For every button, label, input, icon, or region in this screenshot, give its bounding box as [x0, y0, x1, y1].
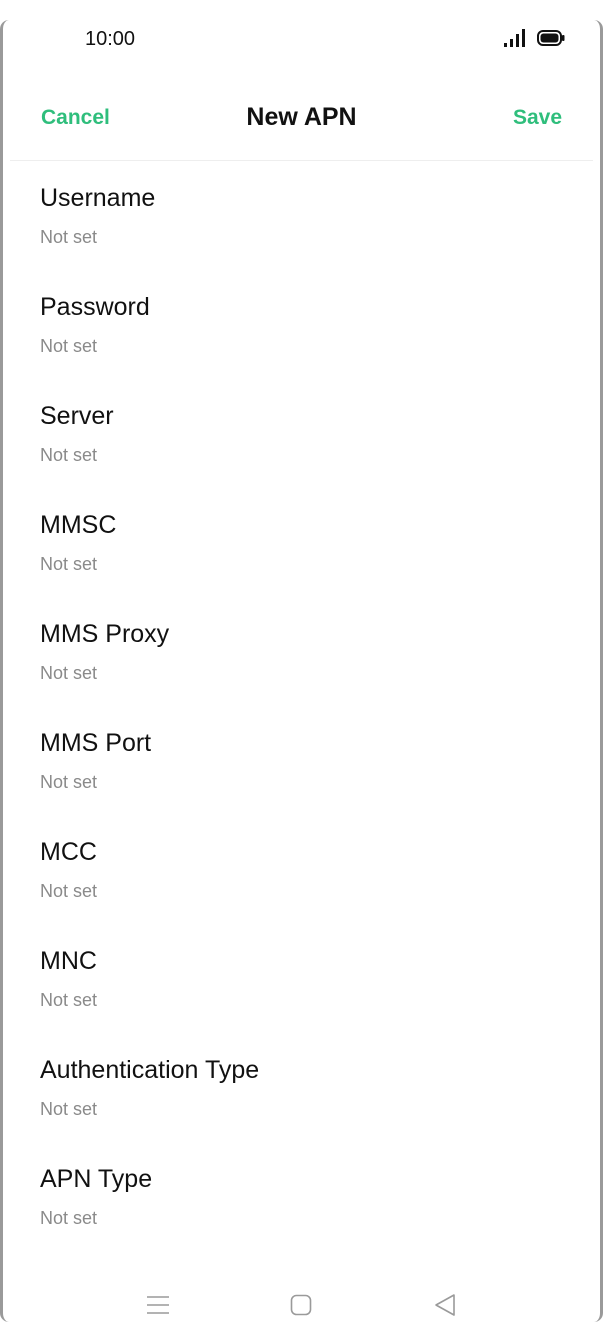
setting-label: Authentication Type [40, 1056, 260, 1084]
setting-label: MMS Proxy [40, 620, 170, 648]
setting-label: MMSC [40, 511, 117, 539]
status-bar: 10:00 [0, 0, 603, 78]
setting-server[interactable]: Server Not set [0, 390, 603, 499]
cancel-button[interactable]: Cancel [41, 106, 110, 130]
setting-username[interactable]: Username Not set [0, 172, 603, 281]
setting-mms-port[interactable]: MMS Port Not set [0, 717, 603, 826]
setting-value: Not set [40, 990, 98, 1010]
setting-value: Not set [40, 881, 98, 901]
status-time: 10:00 [85, 28, 136, 50]
setting-mcc[interactable]: MCC Not set [0, 826, 603, 935]
setting-mnc[interactable]: MNC Not set [0, 935, 603, 1044]
save-button[interactable]: Save [513, 106, 562, 130]
home-icon[interactable] [290, 1294, 312, 1316]
navigation-bar [0, 1280, 603, 1330]
menu-icon[interactable] [146, 1294, 170, 1316]
setting-value: Not set [40, 445, 98, 465]
setting-apn-type[interactable]: APN Type Not set [0, 1153, 603, 1262]
setting-value: Not set [40, 227, 98, 247]
setting-label: Username [40, 184, 156, 212]
phone-screen: 10:00 New APN Cancel Save Username Not s… [0, 0, 603, 1342]
setting-authentication-type[interactable]: Authentication Type Not set [0, 1044, 603, 1153]
setting-label: MMS Port [40, 729, 152, 757]
apn-settings-list: Username Not set Password Not set Server… [0, 172, 603, 1262]
setting-label: Password [40, 293, 150, 321]
back-icon[interactable] [433, 1293, 457, 1317]
setting-value: Not set [40, 663, 98, 683]
setting-mmsc[interactable]: MMSC Not set [0, 499, 603, 608]
setting-mms-proxy[interactable]: MMS Proxy Not set [0, 608, 603, 717]
setting-label: MNC [40, 947, 97, 975]
setting-value: Not set [40, 772, 98, 792]
signal-icon [504, 29, 525, 47]
setting-label: APN Type [40, 1165, 153, 1193]
battery-icon [537, 30, 565, 46]
setting-value: Not set [40, 1208, 98, 1228]
app-header: New APN Cancel Save [10, 88, 593, 161]
setting-value: Not set [40, 1099, 98, 1119]
setting-password[interactable]: Password Not set [0, 281, 603, 390]
setting-value: Not set [40, 554, 98, 574]
setting-label: Server [40, 402, 114, 430]
setting-value: Not set [40, 336, 98, 356]
setting-label: MCC [40, 838, 97, 866]
